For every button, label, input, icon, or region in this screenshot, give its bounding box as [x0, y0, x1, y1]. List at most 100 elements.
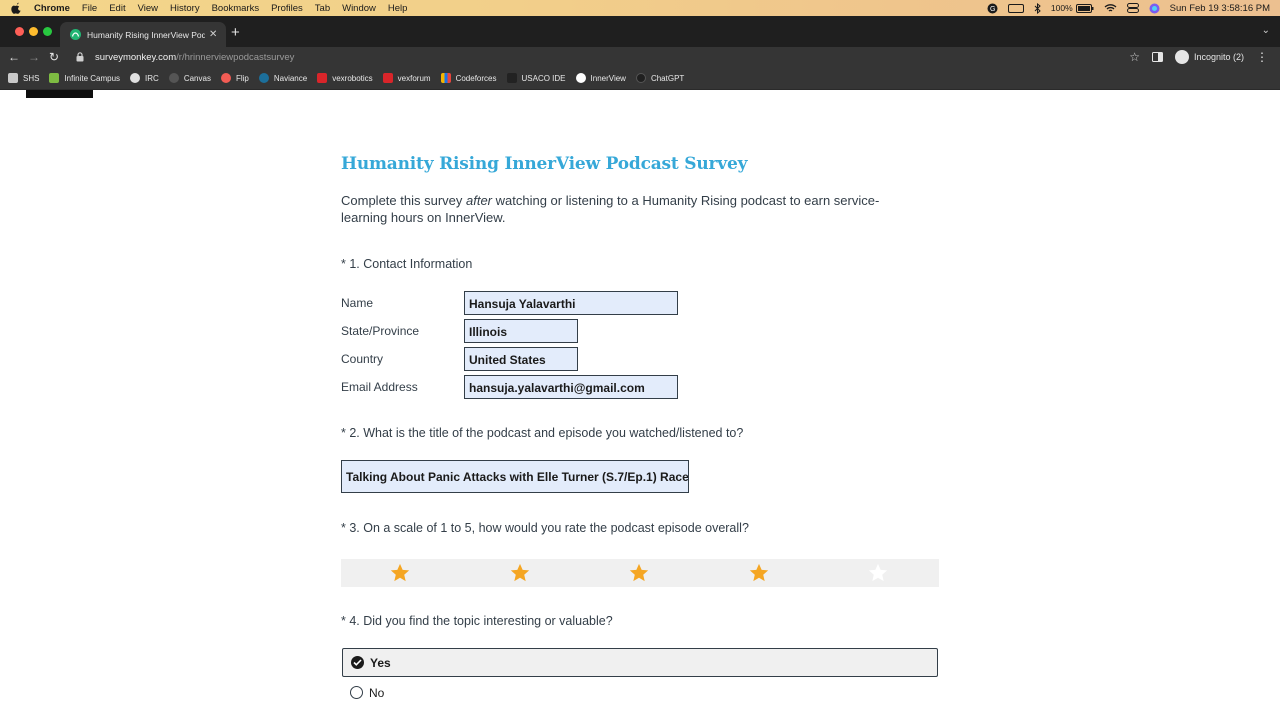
infinite-campus-icon: [49, 73, 60, 83]
surveymonkey-favicon: [70, 29, 81, 40]
bluetooth-icon[interactable]: [1034, 2, 1041, 14]
option-label: Yes: [370, 655, 391, 670]
bookmark-vexforum[interactable]: vexforum: [382, 73, 431, 83]
bookmark-naviance[interactable]: Naviance: [258, 73, 307, 83]
address-bar[interactable]: surveymonkey.com/r/hrinnerviewpodcastsur…: [76, 48, 1146, 66]
control-center-icon[interactable]: [1126, 3, 1139, 13]
bookmark-label: IRC: [145, 73, 159, 83]
new-tab-button[interactable]: +: [231, 24, 240, 42]
bookmark-label: Flip: [235, 73, 249, 83]
menu-bookmarks[interactable]: Bookmarks: [212, 3, 260, 14]
url-path: /r/hrinnerviewpodcastsurvey: [176, 51, 295, 63]
side-panel-icon[interactable]: [1151, 52, 1163, 62]
bookmark-label: SHS: [23, 73, 40, 83]
bookmark-chatgpt[interactable]: ChatGPT: [635, 73, 685, 83]
podcast-title-field[interactable]: Talking About Panic Attacks with Elle Tu…: [341, 460, 689, 493]
bookmark-label: Codeforces: [455, 73, 497, 83]
browser-tabstrip: Humanity Rising InnerView Pod ✕ + ⌄: [0, 16, 1280, 47]
reload-icon[interactable]: ↻: [44, 50, 64, 64]
bookmark-codeforces[interactable]: Codeforces: [440, 73, 497, 83]
menu-view[interactable]: View: [138, 3, 158, 14]
shs-icon: [8, 73, 18, 83]
desc-start: Complete this survey: [341, 193, 466, 208]
bookmark-vexrobotics[interactable]: vexrobotics: [317, 73, 373, 83]
back-icon[interactable]: ←: [4, 50, 24, 64]
bookmark-irc[interactable]: IRC: [130, 73, 159, 83]
question-1-label: * 1. Contact Information: [341, 257, 473, 271]
wifi-icon[interactable]: [1104, 3, 1117, 13]
battery-percent: 100%: [1050, 3, 1073, 13]
menu-app-name[interactable]: Chrome: [34, 3, 70, 14]
survey-description: Complete this survey after watching or l…: [341, 192, 921, 226]
question-2-label: * 2. What is the title of the podcast an…: [341, 426, 744, 440]
star-icon-4[interactable]: [748, 562, 770, 584]
bookmark-shs[interactable]: SHS: [8, 73, 39, 83]
survey-page: Humanity Rising InnerView Podcast Survey…: [0, 90, 1280, 720]
bookmark-innerview[interactable]: InnerView: [575, 73, 626, 83]
chatgpt-icon: [635, 73, 646, 83]
menu-tab[interactable]: Tab: [315, 3, 330, 14]
header-logo-bar: [26, 90, 93, 98]
minimize-window-button[interactable]: [29, 27, 38, 36]
vexforum-icon: [382, 73, 393, 83]
bookmark-label: ChatGPT: [650, 73, 685, 83]
clock[interactable]: Sun Feb 19 3:58:16 PM: [1170, 3, 1270, 14]
state-province-field[interactable]: Illinois: [464, 319, 578, 343]
menu-profiles[interactable]: Profiles: [271, 3, 303, 14]
display-icon[interactable]: [1007, 3, 1024, 13]
tab-title: Humanity Rising InnerView Pod: [87, 29, 205, 40]
star-icon-1[interactable]: [389, 562, 411, 584]
naviance-icon: [258, 73, 269, 83]
battery-status[interactable]: 100%: [1051, 3, 1094, 13]
close-window-button[interactable]: [15, 27, 24, 36]
vexrobotics-icon: [317, 73, 328, 83]
email-field[interactable]: hansuja.yalavarthi@gmail.com: [464, 375, 678, 399]
menu-window[interactable]: Window: [342, 3, 376, 14]
bookmark-star-icon[interactable]: ☆: [1129, 50, 1140, 64]
innerview-icon: [575, 73, 586, 83]
usaco-ide-icon: [506, 73, 517, 83]
bookmark-infinite-campus[interactable]: Infinite Campus: [49, 73, 120, 83]
bookmark-label: vexforum: [397, 73, 431, 83]
zoom-window-button[interactable]: [43, 27, 52, 36]
star-icon-3[interactable]: [628, 562, 650, 584]
bookmark-label: USACO IDE: [521, 73, 566, 83]
option-yes[interactable]: Yes: [342, 648, 938, 677]
star-rating: [341, 559, 939, 587]
incognito-profile-button[interactable]: Incognito (2): [1174, 50, 1244, 64]
menu-edit[interactable]: Edit: [109, 3, 125, 14]
checkmark-icon: [351, 656, 364, 669]
lock-icon[interactable]: [76, 52, 88, 62]
bookmark-flip[interactable]: Flip: [220, 73, 249, 83]
grammarly-icon[interactable]: G: [987, 3, 998, 14]
menu-help[interactable]: Help: [388, 3, 408, 14]
canvas-icon: [168, 73, 179, 83]
question-4-label: * 4. Did you find the topic interesting …: [341, 614, 613, 628]
option-no[interactable]: No: [342, 678, 938, 707]
bookmark-label: vexrobotics: [332, 73, 373, 83]
email-label: Email Address: [341, 380, 418, 394]
star-icon-2[interactable]: [509, 562, 531, 584]
tab-search-chevron-icon[interactable]: ⌄: [1262, 25, 1270, 36]
battery-icon: [1075, 3, 1094, 13]
browser-tab-active[interactable]: Humanity Rising InnerView Pod ✕: [60, 22, 226, 47]
bookmark-usaco-ide[interactable]: USACO IDE: [506, 73, 566, 83]
name-field[interactable]: Hansuja Yalavarthi: [464, 291, 678, 315]
irc-icon: [130, 73, 141, 83]
star-icon-5[interactable]: [867, 562, 889, 584]
codeforces-icon: [440, 73, 451, 83]
survey-title: Humanity Rising InnerView Podcast Survey: [341, 154, 748, 174]
bookmark-canvas[interactable]: Canvas: [168, 73, 211, 83]
apple-icon[interactable]: [11, 2, 25, 14]
tab-close-icon[interactable]: ✕: [209, 29, 217, 40]
menu-history[interactable]: History: [170, 3, 200, 14]
url-host: surveymonkey.com: [95, 51, 177, 63]
bookmark-label: Canvas: [183, 73, 211, 83]
menu-file[interactable]: File: [82, 3, 97, 14]
country-field[interactable]: United States: [464, 347, 578, 371]
browser-menu-icon[interactable]: ⋮: [1256, 50, 1268, 64]
siri-icon[interactable]: [1149, 3, 1160, 14]
flip-icon: [220, 73, 231, 83]
forward-icon[interactable]: →: [24, 50, 44, 64]
bookmark-label: InnerView: [590, 73, 626, 83]
